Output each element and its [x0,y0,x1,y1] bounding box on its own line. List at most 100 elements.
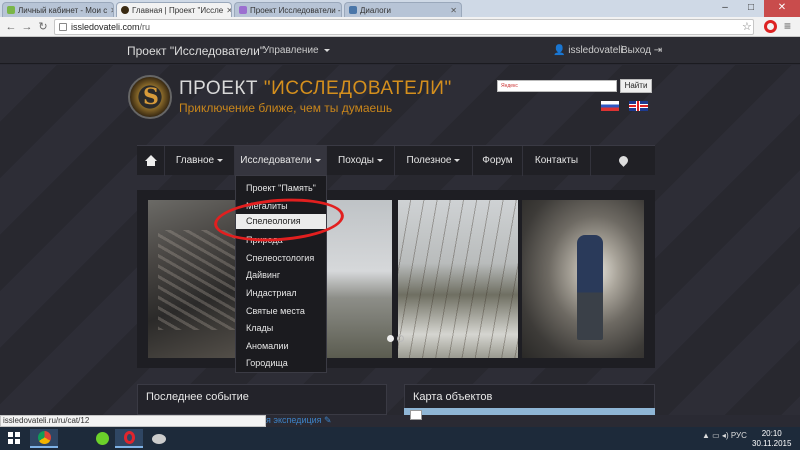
browser-tab-home[interactable]: Главная | Проект "Иссле ✕ [116,2,232,17]
map-pin-icon [616,153,630,167]
expedition-label: я экспедиция [266,415,322,425]
window-controls: – □ ✕ [712,0,800,17]
expedition-link[interactable]: я экспедиция ✎ [266,415,332,426]
dropdown-item[interactable]: Дайвинг [246,270,280,280]
dropdown-item[interactable]: Проект "Память" [246,183,316,193]
menu-label: Форум [482,155,513,166]
caret-down-icon [376,158,383,162]
icq-taskbar-icon[interactable] [88,429,116,448]
url-input[interactable]: issledovateli.com/ru [54,19,754,35]
slider-dot-active[interactable] [387,335,394,342]
dropdown-item[interactable]: Клады [246,323,273,333]
app-taskbar-icon[interactable] [145,429,173,448]
windows-start-icon[interactable] [8,432,20,444]
windows-taskbar: ▲ ▭ ◂) РУС 20:10 30.11.2015 [0,427,800,450]
chrome-taskbar-icon[interactable] [30,429,58,448]
browser-tab-cabinet[interactable]: Личный кабинет - Мои с ✕ [2,2,114,17]
menu-item-explorers[interactable]: Исследователи [235,146,327,176]
home-icon [144,154,157,166]
dropdown-item[interactable]: Природа [246,235,283,245]
menu-item-hikes[interactable]: Походы [327,146,395,176]
logout-icon: ⇥ [653,45,663,56]
logout-link[interactable]: Выход ⇥ [621,45,662,56]
reload-icon[interactable]: ↻ [36,20,50,34]
map-tool-icon[interactable] [410,410,422,420]
menu-label: Контакты [534,155,579,166]
panel-heading: Карта объектов [413,391,493,403]
slider-photo-tunnel[interactable] [522,200,644,358]
menu-item-main[interactable]: Главное [165,146,235,176]
menu-item-contacts[interactable]: Контакты [523,146,591,176]
logo-letter-icon: S [143,84,159,110]
caret-down-icon [454,158,461,162]
caret-down-icon [324,48,331,52]
user-link[interactable]: 👤 issledovateli [553,45,623,56]
home-menu-item[interactable] [137,146,165,176]
dropdown-item[interactable]: Спелеостология [246,253,314,263]
user-icon: 👤 [553,45,566,56]
main-menu: Главное Исследователи Походы Полезное Фо… [137,145,655,176]
menu-label: Главное [175,155,215,166]
map-preview[interactable] [404,408,655,415]
back-arrow-icon[interactable]: ← [4,20,18,34]
browser-tab-project[interactable]: Проект Исследователи - ✕ [234,2,342,17]
page-icon [59,23,67,31]
dropdown-item[interactable]: Аномалии [246,341,288,351]
url-path: /ru [139,22,151,32]
minimize-icon[interactable]: – [712,0,738,17]
menu-item-map[interactable] [591,146,655,176]
menu-label: Походы [338,155,374,166]
site-subtitle: Приключение ближе, чем ты думаешь [179,101,393,115]
tab-close-icon[interactable]: ✕ [341,6,342,15]
menu-item-forum[interactable]: Форум [473,146,523,176]
title-highlight: "ИССЛЕДОВАТЕЛИ" [263,78,452,99]
caret-down-icon [314,158,321,162]
dropdown-item[interactable]: Мегалиты [246,201,288,211]
edit-icon: ✎ [324,415,332,425]
status-bar-url: issledovateli.ru/ru/cat/12 [0,415,266,427]
dropdown-item[interactable]: Городища [246,358,288,368]
site-top-navbar: Проект "Исследователи" Управление 👤 issl… [0,37,800,64]
browser-tab-dialogs[interactable]: Диалоги ✕ [344,2,462,17]
tab-close-icon[interactable]: ✕ [107,6,113,15]
forward-arrow-icon[interactable]: → [20,20,34,34]
tab-favicon-icon [239,6,247,14]
site-brand-link[interactable]: Проект "Исследователи" [127,44,264,58]
slider-dot[interactable] [397,335,404,342]
tab-close-icon[interactable]: ✕ [447,6,457,15]
dropdown-item[interactable]: Индастриал [246,288,297,298]
language-indicator[interactable]: РУС [731,431,747,440]
search-button[interactable]: Найти [620,79,652,93]
window-close-icon[interactable]: ✕ [764,0,800,17]
russian-flag-icon[interactable] [601,101,619,111]
menu-label: Полезное [406,155,452,166]
slider-photo-winter-forest[interactable] [398,200,518,358]
search-input[interactable]: Яндекс [497,80,617,92]
maximize-icon[interactable]: □ [738,0,764,17]
tab-favicon-icon [349,6,357,14]
menu-item-useful[interactable]: Полезное [395,146,473,176]
logout-label: Выход [621,45,651,56]
explorers-dropdown: Проект "Память" Мегалиты Спелеология При… [235,175,327,373]
tab-favicon-icon [7,6,15,14]
system-tray[interactable]: ▲ ▭ ◂) РУС [702,431,747,440]
clock-date: 30.11.2015 [752,439,792,448]
tab-label: Диалоги [360,5,391,15]
browser-tab-bar: Личный кабинет - Мои с ✕ Главная | Проек… [0,0,800,17]
browser-menu-icon[interactable]: ≡ [784,19,791,33]
clock[interactable]: 20:10 30.11.2015 [752,429,791,449]
tab-close-icon[interactable]: ✕ [223,6,231,15]
dropdown-item-hovered[interactable]: Спелеология [236,214,326,229]
opera-extension-icon[interactable] [764,20,777,33]
english-flag-icon[interactable] [629,101,648,111]
management-label: Управление [263,45,319,56]
dropdown-item[interactable]: Святые места [246,306,305,316]
management-menu[interactable]: Управление [263,45,331,56]
tab-label: Главная | Проект "Иссле [132,5,224,15]
tab-favicon-icon [121,6,129,14]
title-prefix: ПРОЕКТ [179,78,264,99]
bookmark-star-icon[interactable]: ☆ [742,20,752,33]
address-bar-row: ← → ↻ issledovateli.com/ru ☆ ≡ [0,17,800,37]
opera-taskbar-icon[interactable] [115,429,143,448]
site-title: ПРОЕКТ "ИССЛЕДОВАТЕЛИ" [179,78,452,100]
